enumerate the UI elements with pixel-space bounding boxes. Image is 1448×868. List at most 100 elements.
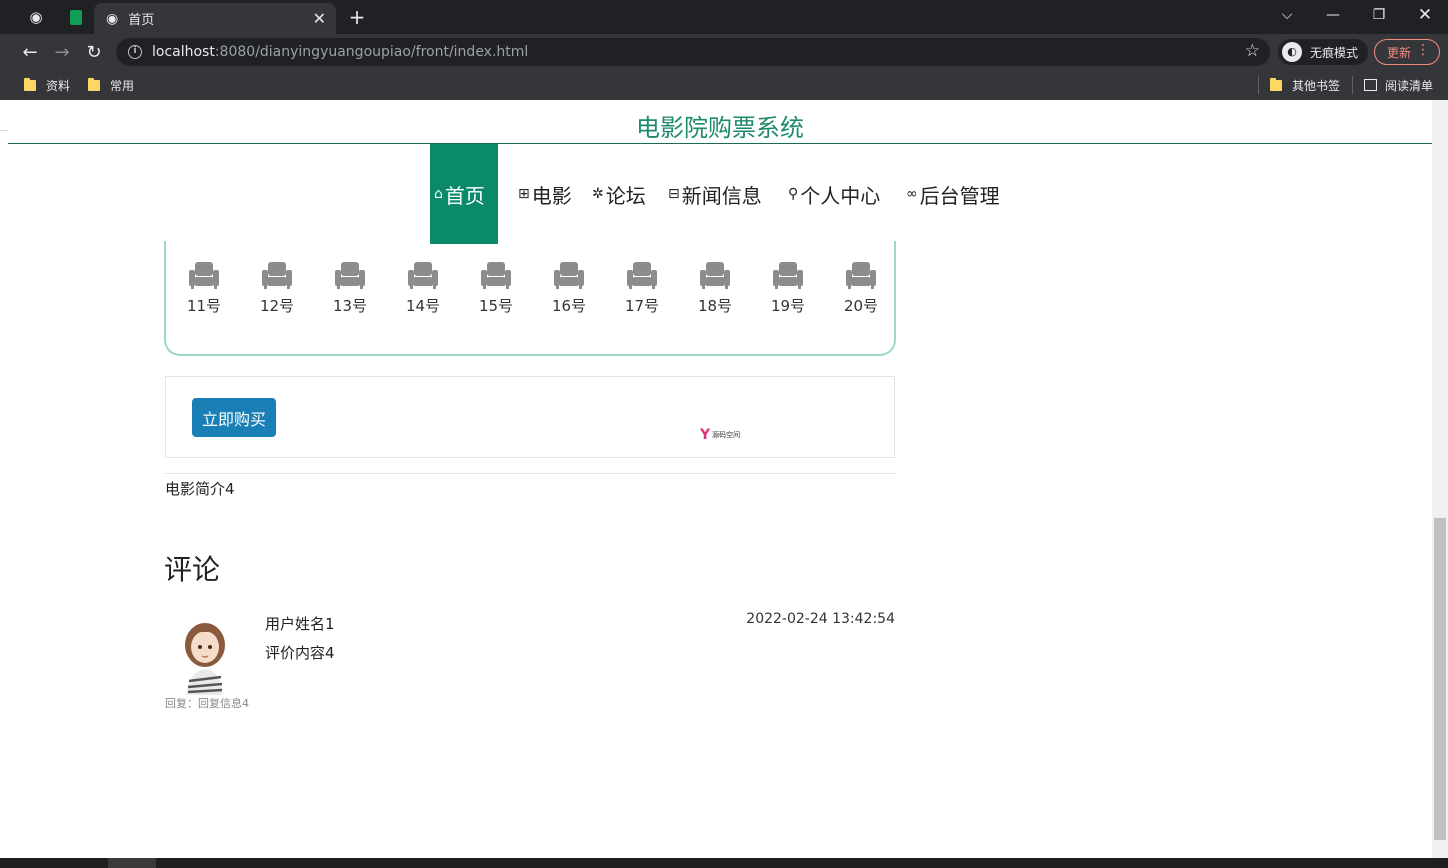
other-bookmarks[interactable]: 其他书签 [1270,76,1340,94]
window-close-button[interactable]: ✕ [1402,0,1448,30]
tab-globe[interactable]: ◉ [22,0,50,34]
scrollbar-thumb[interactable] [1434,518,1446,840]
seat[interactable]: 11号 [174,261,234,316]
nav-home[interactable]: ⌂ 首页 [430,144,498,244]
reading-list-icon [1364,79,1377,91]
seat-icon [700,262,730,289]
url-path: :8080/dianyingyuangoupiao/front/index.ht… [214,44,529,60]
seat-label: 19号 [770,297,806,315]
back-button[interactable]: ← [16,38,44,66]
nav-label: 论坛 [605,183,646,208]
home-icon: ⌂ [434,186,443,202]
folder-icon [1270,77,1282,91]
folder-icon [88,77,100,91]
globe-icon: ◉ [29,8,43,26]
seat[interactable]: 13号 [320,261,380,316]
bookmark-folder-1[interactable]: 资料 [24,76,70,94]
page-scrollbar[interactable] [1432,100,1448,858]
restore-button[interactable]: ❐ [1356,0,1402,30]
bookmark-label: 常用 [110,78,135,93]
tab-active[interactable]: ◉ 首页 ✕ [94,3,336,34]
browser-toolbar: ← → ↻ i localhost:8080/dianyingyuangoupi… [0,34,1448,70]
buy-now-button[interactable]: 立即购买 [192,398,276,437]
seat-panel: 11号 12号 13号 14号 15号 16号 17号 18号 19号 20号 [164,241,896,356]
seat[interactable]: 18号 [685,261,745,316]
movie-intro: 电影简介4 [165,480,235,498]
site-header: 电影院购票系统 [8,100,1432,144]
menu-dots-icon[interactable]: ⋮ [1416,42,1430,58]
user-icon: ⚲ [788,186,799,202]
address-bar[interactable]: i localhost:8080/dianyingyuangoupiao/fro… [116,38,1270,66]
site-title: 电影院购票系统 [636,114,804,142]
browser-tab-bar: ◉ ◉ 首页 ✕ + ⌵ — ❐ ✕ [0,0,1448,34]
tab-title: 首页 [128,13,155,28]
nav-admin[interactable]: ∞ 后台管理 [906,144,1000,244]
minimize-button[interactable]: — [1310,0,1356,30]
divider [165,473,895,474]
seat-label: 15号 [478,297,514,315]
star-icon[interactable]: ☆ [1245,41,1260,61]
bookmark-label: 资料 [46,78,71,93]
nav-label: 电影 [531,183,572,208]
seat[interactable]: 15号 [466,261,526,316]
incognito-label: 无痕模式 [1310,45,1359,60]
globe-icon: ◉ [106,10,119,27]
seat[interactable]: 14号 [393,261,453,316]
comments-title: 评论 [164,553,221,586]
reading-list-label: 阅读清单 [1385,78,1434,93]
seat[interactable]: 19号 [758,261,818,316]
reading-list[interactable]: 阅读清单 [1364,76,1433,94]
tab-search-button[interactable]: ⌵ [1264,0,1310,30]
seat-icon [335,262,365,289]
folder-icon [24,77,36,91]
nav-forum[interactable]: ✲ 论坛 [592,144,646,244]
reload-button[interactable]: ↻ [80,38,108,66]
seat[interactable]: 17号 [612,261,672,316]
nav-user-center[interactable]: ⚲ 个人中心 [788,144,880,244]
seat[interactable]: 16号 [539,261,599,316]
seat-icon [627,262,657,289]
bookmark-separator [1352,76,1353,94]
seat-icon [189,262,219,289]
nav-news[interactable]: ⊟ 新闻信息 [668,144,762,244]
avatar [185,623,225,695]
link-icon: ∞ [906,186,918,202]
tab-sheets[interactable] [62,0,90,34]
nav-label: 新闻信息 [681,183,762,208]
forward-button[interactable]: → [48,38,76,66]
seat-icon [262,262,292,289]
seat-icon [481,262,511,289]
comment-item: 用户姓名1 评价内容4 2022-02-24 13:42:54 回复：回复信息4 [165,605,895,715]
taskbar-item[interactable] [108,858,156,868]
site-logo: Y 源码空间 [700,427,740,443]
seat-icon [773,262,803,289]
os-taskbar [0,858,1448,868]
nav-movies[interactable]: ⊞ 电影 [518,144,572,244]
logo-icon: Y [700,427,711,443]
info-icon[interactable]: i [128,45,142,59]
left-edge [0,100,8,868]
bookmark-folder-2[interactable]: 常用 [88,76,134,94]
seat-icon [408,262,438,289]
seat-label: 12号 [259,297,295,315]
comment-user: 用户姓名1 [265,615,335,633]
close-icon[interactable]: ✕ [313,9,326,28]
update-button[interactable]: 更新 ⋮ [1374,39,1440,65]
sheets-icon [70,9,82,25]
buy-panel: 立即购买 Y 源码空间 [165,376,895,458]
nav-label: 首页 [444,183,485,208]
nav-label: 个人中心 [800,183,881,208]
seat-label: 16号 [551,297,587,315]
new-tab-button[interactable]: + [346,4,368,30]
incognito-badge[interactable]: ◐ 无痕模式 [1278,39,1369,65]
nav-label: 后台管理 [919,183,1000,208]
seat-icon [846,262,876,289]
bookmark-separator [1258,76,1259,94]
seat[interactable]: 12号 [247,261,307,316]
comment-content: 评价内容4 [265,644,335,662]
seat-label: 13号 [332,297,368,315]
main-nav: ⌂ 首页 ⊞ 电影 ✲ 论坛 ⊟ 新闻信息 ⚲ 个人中心 ∞ 后台管理 [8,144,1432,244]
update-label: 更新 [1387,45,1412,60]
gift-icon: ⊞ [518,186,530,202]
seat[interactable]: 20号 [831,261,891,316]
